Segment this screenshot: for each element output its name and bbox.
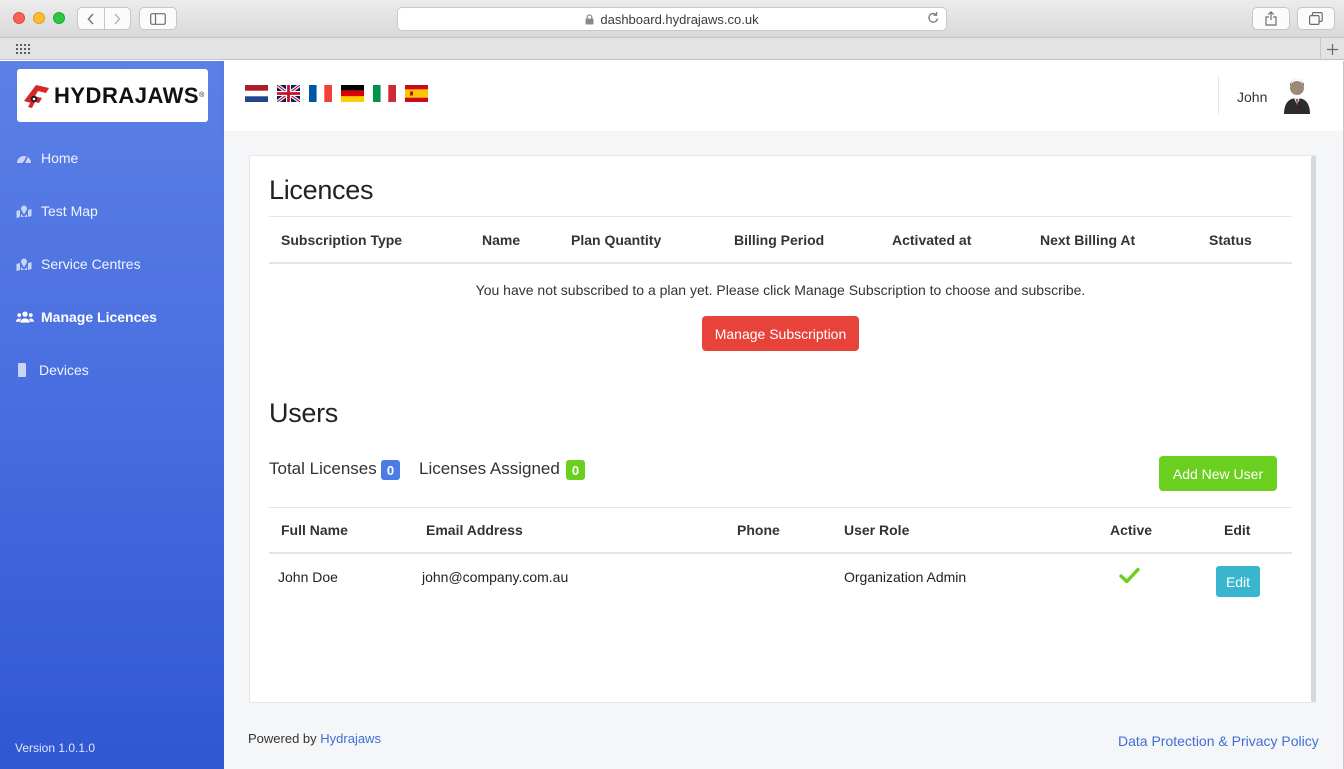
sidebar-item-manage-licences[interactable]: Manage Licences [16,307,157,327]
sidebar: HYDRAJAWS ® Home Test Map Service Centre… [0,61,224,769]
column-header-user-role: User Role [844,522,910,538]
logo-wordmark: HYDRAJAWS [54,82,200,108]
back-button[interactable] [78,8,104,29]
sidebar-toggle-button[interactable] [139,7,177,30]
column-header-full-name: Full Name [281,522,348,538]
germany-flag-icon[interactable] [341,85,364,102]
total-licenses-label: Total Licenses [269,459,377,478]
user-avatar-icon[interactable] [1282,78,1312,114]
app-version: Version 1.0.1.0 [15,741,96,755]
active-check-icon [1119,567,1140,584]
chevron-left-icon [87,12,94,25]
column-header-next-billing-at: Next Billing At [1040,232,1136,248]
powered-by-text: Powered by [248,731,321,746]
column-header-active: Active [1110,522,1153,538]
licences-title: Licences [269,175,374,205]
sidebar-item-service-centres[interactable]: Service Centres [16,254,141,274]
mobile-device-icon [18,363,32,377]
spain-flag-icon[interactable] [405,85,428,102]
users-title: Users [269,398,339,428]
column-header-phone: Phone [737,522,780,538]
sidebar-item-label: Test Map [41,203,98,219]
forward-button[interactable] [103,8,131,29]
zoom-window-button[interactable] [53,12,65,24]
sidebar-icon [150,12,166,25]
address-bar[interactable]: dashboard.hydrajaws.co.uk [397,7,947,31]
history-nav [77,7,131,30]
sidebar-item-devices[interactable]: Devices [16,360,89,380]
tabs-overview-button[interactable] [1297,7,1335,30]
hydrajaws-link[interactable]: Hydrajaws [320,731,381,746]
powered-by: Powered by Hydrajaws [248,731,381,746]
add-new-user-button[interactable]: Add New User [1159,456,1277,491]
card-scrollbar[interactable] [1311,156,1316,702]
share-button[interactable] [1252,7,1290,30]
italy-flag-icon[interactable] [373,85,396,102]
column-header-status: Status [1209,232,1252,248]
sidebar-item-label: Service Centres [41,256,141,272]
column-header-name: Name [482,232,521,248]
header-divider [1218,76,1219,114]
logo-registered-mark: ® [199,92,205,99]
uk-flag-icon[interactable] [277,85,300,102]
divider [269,216,1292,217]
sidebar-item-label: Devices [39,362,89,378]
map-icon [16,205,34,218]
no-subscription-message: You have not subscribed to a plan yet. P… [475,282,1086,298]
column-header-activated-at: Activated at [892,232,972,248]
divider [269,507,1292,508]
cell-full-name: John Doe [278,569,338,585]
column-header-plan-quantity: Plan Quantity [571,232,662,248]
dashboard-gauge-icon [16,152,34,164]
minimize-window-button[interactable] [33,12,45,24]
lock-icon [585,13,594,24]
tabs-icon [1309,12,1323,25]
user-name[interactable]: John [1237,89,1267,105]
hydrajaws-emblem-icon [24,84,49,108]
netherlands-flag-icon[interactable] [245,85,268,102]
chevron-right-icon [114,12,121,25]
top-header: John [224,61,1344,131]
column-header-billing-period: Billing Period [734,232,825,248]
privacy-policy-link[interactable]: Data Protection & Privacy Policy [1118,733,1319,749]
column-header-edit: Edit [1224,522,1251,538]
share-icon [1265,11,1277,26]
table-header-divider [269,552,1292,554]
map-icon [16,258,34,271]
total-licenses-badge: 0 [381,460,400,480]
reload-icon[interactable] [927,11,940,25]
bookmarks-bar [0,38,1344,60]
plus-icon [1327,43,1338,55]
sidebar-item-test-map[interactable]: Test Map [16,201,98,221]
sidebar-item-label: Home [41,150,79,166]
language-selector [245,85,428,102]
column-header-email-address: Email Address [426,522,523,538]
sidebar-item-home[interactable]: Home [16,148,78,168]
table-header-divider [269,262,1292,264]
cell-email: john@company.com.au [422,569,569,585]
licenses-assigned-label: Licenses Assigned [419,459,560,478]
apps-grid-icon[interactable] [16,43,32,55]
france-flag-icon[interactable] [309,85,332,102]
edit-user-button[interactable]: Edit [1216,566,1260,597]
users-icon [16,311,34,323]
licenses-assigned-badge: 0 [566,460,585,480]
url-text: dashboard.hydrajaws.co.uk [600,11,759,27]
sidebar-item-label: Manage Licences [41,309,157,325]
hydrajaws-logo[interactable]: HYDRAJAWS ® [17,69,208,122]
manage-subscription-button[interactable]: Manage Subscription [702,316,859,351]
close-window-button[interactable] [13,12,25,24]
browser-titlebar: dashboard.hydrajaws.co.uk [0,0,1344,38]
new-tab-button[interactable] [1320,38,1344,60]
column-header-subscription-type: Subscription Type [281,232,403,248]
cell-user-role: Organization Admin [844,569,967,585]
